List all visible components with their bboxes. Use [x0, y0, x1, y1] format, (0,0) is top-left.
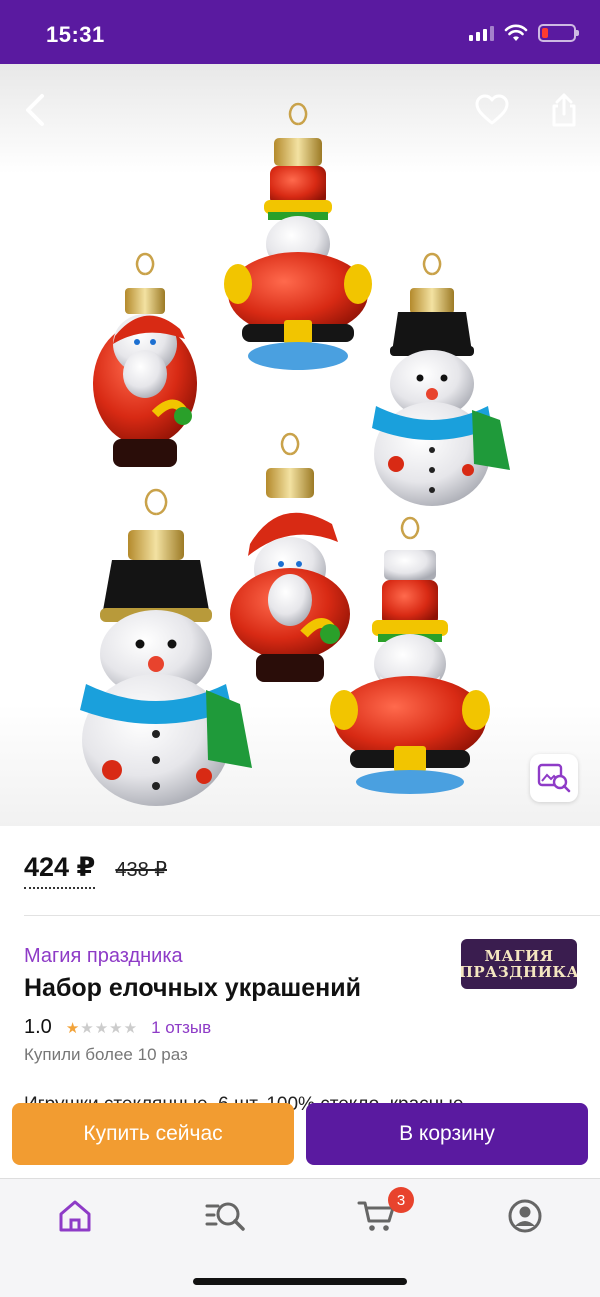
wifi-icon	[504, 24, 528, 41]
star-icon-empty: ★	[109, 1019, 123, 1037]
visual-search-button[interactable]	[530, 754, 578, 802]
star-icon-empty: ★	[94, 1019, 109, 1037]
current-price[interactable]: 424 ₽	[24, 852, 96, 889]
home-icon	[59, 1200, 91, 1232]
status-time: 15:31	[46, 22, 105, 47]
status-bar: 15:31	[0, 0, 600, 64]
seller-logo-line1: МАГИЯ	[484, 947, 554, 965]
battery-icon	[538, 24, 579, 42]
ornament-snowman	[372, 252, 510, 506]
ornament-santa	[93, 252, 197, 467]
back-icon	[26, 94, 44, 126]
star-icon-empty: ★	[123, 1019, 138, 1037]
rating-row: 1.0 ★ ★ ★ ★ ★ 1 отзыв	[24, 1016, 211, 1039]
status-icons	[469, 24, 579, 42]
star-icon-filled: ★	[65, 1019, 80, 1037]
signal-icon	[469, 25, 494, 41]
ornament-nutcracker-bottom	[330, 516, 490, 794]
ornament-santa-middle	[230, 432, 350, 682]
cart-badge: 3	[388, 1187, 414, 1213]
image-search-icon	[537, 763, 571, 793]
back-button[interactable]	[14, 88, 58, 132]
rating-stars: ★ ★ ★ ★ ★	[66, 1019, 137, 1037]
rating-value: 1.0	[24, 1016, 52, 1038]
profile-icon	[508, 1199, 542, 1233]
favorite-button[interactable]	[470, 88, 514, 132]
star-icon-empty: ★	[80, 1019, 94, 1037]
heart-icon	[475, 94, 509, 125]
seller-name-link[interactable]: Магия праздника	[24, 945, 183, 968]
buy-now-button[interactable]: Купить сейчас	[12, 1103, 294, 1165]
catalog-search-icon	[205, 1202, 245, 1231]
tab-catalog[interactable]	[200, 1195, 250, 1237]
share-icon	[552, 93, 576, 127]
purchase-count: Купили более 10 раз	[24, 1045, 188, 1064]
ornament-snowman-large	[80, 488, 252, 806]
tab-profile[interactable]	[500, 1195, 550, 1237]
tab-cart[interactable]: 3	[352, 1187, 414, 1237]
product-title: Набор елочных украшений	[24, 974, 361, 1002]
tab-home[interactable]	[50, 1195, 100, 1237]
share-button[interactable]	[542, 88, 586, 132]
seller-logo-line2: ПРАЗДНИКА	[461, 963, 577, 981]
divider	[24, 915, 600, 916]
price-row: 424 ₽ 438 ₽	[24, 852, 167, 889]
reviews-link[interactable]: 1 отзыв	[151, 1018, 211, 1038]
tab-bar: 3	[0, 1178, 600, 1297]
product-image-gallery[interactable]	[0, 64, 600, 826]
old-price: 438 ₽	[115, 859, 167, 881]
seller-logo[interactable]: МАГИЯ ПРАЗДНИКА	[461, 939, 577, 989]
add-to-cart-button[interactable]: В корзину	[306, 1103, 588, 1165]
product-photo	[80, 102, 510, 806]
home-indicator	[193, 1278, 407, 1285]
ornament-nutcracker	[224, 102, 372, 370]
